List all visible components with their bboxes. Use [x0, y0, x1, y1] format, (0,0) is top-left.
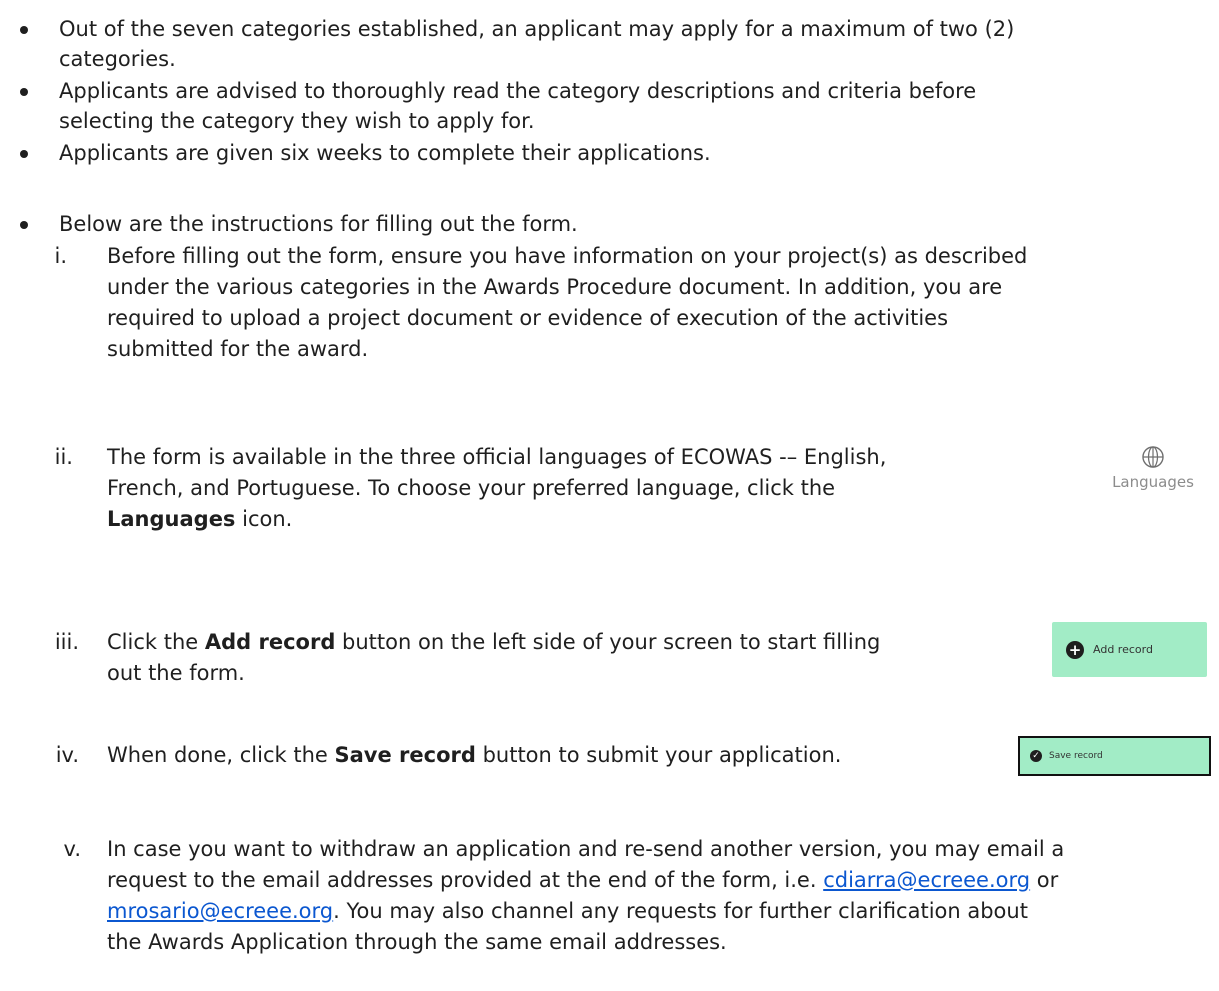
save-record-button: ✓ Save record — [1018, 736, 1211, 776]
step-text: button on the left side of your screen t… — [335, 630, 881, 654]
step-line: submitted for the award. — [107, 337, 369, 361]
step-line: request to the email addresses provided … — [107, 864, 1058, 896]
step-line: out the form. — [107, 661, 245, 685]
step-text: . You may also channel any requests for … — [333, 899, 1028, 923]
bullet-dot — [20, 221, 28, 229]
bullet-dot — [20, 26, 28, 34]
add-record-label: Add record — [1093, 642, 1153, 656]
step-line: In case you want to withdraw an applicat… — [107, 837, 1065, 861]
step-text: button to submit your application. — [475, 743, 842, 767]
check-circle-icon: ✓ — [1030, 750, 1042, 762]
add-record-button: + Add record — [1052, 622, 1207, 677]
step-line: Click the Add record button on the left … — [107, 626, 880, 658]
step-text: request to the email addresses provided … — [107, 868, 824, 892]
step-line: under the various categories in the Awar… — [107, 275, 1003, 299]
plus-circle-icon: + — [1066, 640, 1084, 659]
bullet-line: Out of the seven categories established,… — [59, 17, 1015, 41]
step-number: ii. — [54, 445, 73, 469]
bullet-line: selecting the category they wish to appl… — [59, 109, 535, 133]
step-line: required to upload a project document or… — [107, 306, 949, 330]
step-line: When done, click the Save record button … — [107, 739, 841, 771]
bullet-line: categories. — [59, 47, 176, 71]
email-link-mrosario[interactable]: mrosario@ecreee.org — [107, 899, 333, 923]
step-line: French, and Portuguese. To choose your p… — [107, 476, 836, 500]
step-number: iv. — [55, 743, 79, 767]
bullet-line: Applicants are advised to thoroughly rea… — [59, 79, 977, 103]
bullet-dot — [20, 88, 28, 96]
add-record-bold: Add record — [204, 630, 336, 654]
globe-icon — [1142, 446, 1164, 468]
languages-widget: Languages — [1098, 443, 1208, 497]
save-record-bold: Save record — [334, 743, 476, 767]
email-link-cdiarra[interactable]: cdiarra@ecreee.org — [823, 868, 1030, 892]
save-record-label: Save record — [1049, 751, 1103, 761]
step-line: The form is available in the three offic… — [107, 445, 887, 469]
step-line: mrosario@ecreee.org. You may also channe… — [107, 895, 1028, 927]
step-text: Click the — [107, 630, 205, 654]
step-text: icon. — [235, 507, 293, 531]
step-text: When done, click the — [107, 743, 335, 767]
step-number: iii. — [54, 630, 79, 654]
languages-bold: Languages — [107, 507, 236, 531]
step-number: v. — [63, 837, 81, 861]
step-line: Languages icon. — [107, 503, 292, 535]
step-text: or — [1030, 868, 1059, 892]
step-line: Before filling out the form, ensure you … — [107, 244, 1028, 268]
step-line: the Awards Application through the same … — [107, 930, 727, 954]
step-number: i. — [54, 244, 67, 268]
bullet-line: Below are the instructions for filling o… — [59, 212, 578, 236]
bullet-line: Applicants are given six weeks to comple… — [59, 141, 711, 165]
bullet-dot — [20, 150, 28, 158]
languages-label: Languages — [1112, 473, 1194, 491]
